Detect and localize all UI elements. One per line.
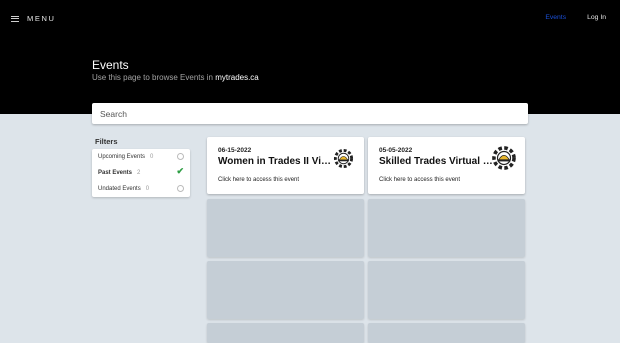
event-title: Skilled Trades Virtual Fair xyxy=(379,156,495,167)
top-header: MENU Events Log In Events Use this page … xyxy=(0,0,620,114)
filters-title: Filters xyxy=(95,137,118,146)
radio-unchecked-icon[interactable] xyxy=(177,185,184,192)
filter-upcoming-events[interactable]: Upcoming Events 0 xyxy=(98,149,184,165)
nav-link-login[interactable]: Log In xyxy=(587,14,606,21)
page-subtitle: Use this page to browse Events in mytrad… xyxy=(92,73,259,82)
filter-label: Undated Events xyxy=(98,186,141,192)
loading-card-placeholder xyxy=(368,199,525,257)
filter-count: 2 xyxy=(137,170,141,176)
site-name: mytrades.ca xyxy=(215,73,259,82)
menu-button[interactable]: MENU xyxy=(11,14,55,23)
filter-label: Upcoming Events xyxy=(98,154,146,160)
event-access-link[interactable]: Click here to access this event xyxy=(218,177,299,183)
search-input[interactable] xyxy=(100,108,528,119)
page-title: Events xyxy=(92,58,129,72)
top-nav: Events Log In xyxy=(545,14,606,21)
search-bar xyxy=(92,103,528,124)
loading-card-placeholder xyxy=(207,261,364,319)
event-title: Women in Trades II Virtual xyxy=(218,156,334,167)
hamburger-icon xyxy=(11,15,19,22)
filter-count: 0 xyxy=(150,154,154,160)
event-card[interactable]: 06-15-2022 Women in Trades II Virtual Cl… xyxy=(207,137,364,194)
loading-card-placeholder xyxy=(207,323,364,343)
menu-label: MENU xyxy=(27,14,56,23)
filter-count: 0 xyxy=(145,186,150,192)
loading-card-placeholder xyxy=(207,199,364,257)
page-subtitle-text: Use this page to browse Events in xyxy=(92,73,216,82)
filter-label: Past Events xyxy=(98,170,133,176)
filter-past-events[interactable]: Past Events 2 ✔ xyxy=(98,165,184,181)
gear-hardhat-logo-icon xyxy=(492,146,516,170)
event-card[interactable]: 05-05-2022 Skilled Trades Virtual Fair C… xyxy=(368,137,525,194)
loading-card-placeholder xyxy=(368,261,525,319)
checkmark-icon[interactable]: ✔ xyxy=(176,166,184,177)
event-date: 06-15-2022 xyxy=(218,147,252,154)
gear-hardhat-logo-icon xyxy=(333,148,354,169)
radio-unchecked-icon[interactable] xyxy=(177,153,184,160)
event-date: 05-05-2022 xyxy=(379,147,413,154)
filters-panel: Upcoming Events 0 Past Events 2 ✔ Undate… xyxy=(92,149,190,197)
nav-link-events[interactable]: Events xyxy=(545,14,566,21)
event-access-link[interactable]: Click here to access this event xyxy=(379,177,460,183)
loading-card-placeholder xyxy=(368,323,525,343)
filter-undated-events[interactable]: Undated Events 0 xyxy=(98,181,184,197)
